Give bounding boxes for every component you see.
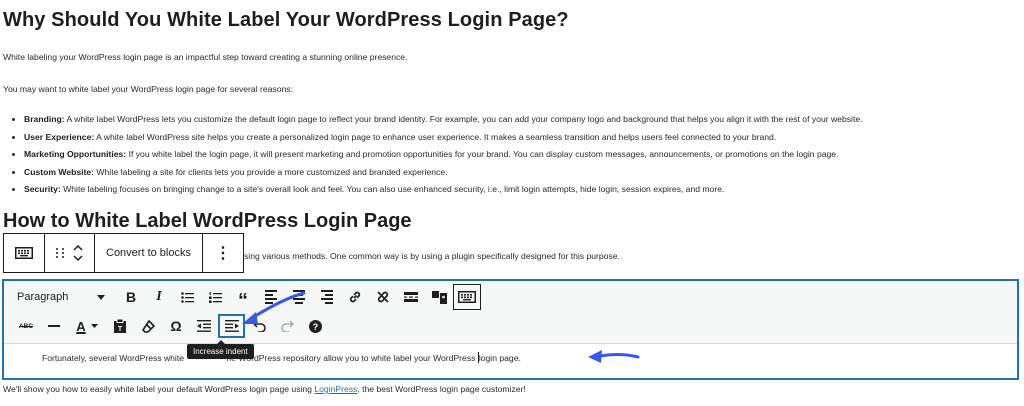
omega-icon: Ω [170,318,182,334]
classic-block-button[interactable] [4,234,44,272]
heading-why: Why Should You White Label Your WordPres… [3,9,569,31]
bold-button[interactable]: B [117,284,145,310]
list-item: Marketing Opportunities: If you white la… [24,148,863,166]
strikethrough-icon: ABC [18,322,34,330]
heading-how: How to White Label WordPress Login Page [3,210,412,232]
bullet-list-icon [180,291,194,303]
horizontal-line-icon [48,325,60,327]
media-icon [431,291,447,304]
tooltip: Increase indent [187,340,254,359]
indent-icon [224,320,239,332]
editor-toolbar: Paragraph B I “ ABC A T Ω ? [4,281,1017,344]
keyboard-icon [15,247,33,259]
chevron-down-icon [90,324,98,328]
italic-icon: I [156,289,162,304]
list-item: Branding: A white label WordPress lets y… [24,113,863,131]
help-icon: ? [308,319,322,333]
loginpress-link[interactable]: LoginPress [314,384,357,394]
unlink-icon [377,291,389,303]
annotation-arrow-icon [588,350,640,363]
clipboard-icon: T [114,319,126,333]
svg-text:T: T [118,326,123,333]
bullet-list-button[interactable] [173,284,201,310]
annotation-arrow-icon [242,291,306,324]
svg-text:?: ? [312,322,318,332]
strikethrough-button[interactable]: ABC [12,313,40,339]
numbered-list-icon [208,291,222,303]
numbered-list-button[interactable] [201,284,229,310]
eraser-icon [141,319,155,333]
special-character-button[interactable]: Ω [162,313,190,339]
list-item: User Experience: A white label WordPress… [24,131,863,149]
move-controls [44,234,94,272]
editor-content[interactable]: Fortunately, several WordPress white he … [42,352,521,363]
horizontal-line-button[interactable] [40,313,68,339]
more-options-button[interactable]: ⋮ [202,234,243,272]
align-right-button[interactable] [313,284,341,310]
after-paragraph: We'll show you how to easily white label… [3,384,526,394]
italic-button[interactable]: I [145,284,173,310]
classic-editor: Paragraph B I “ ABC A T Ω ? Fortunately,… [2,279,1019,380]
keyboard-icon [458,291,476,303]
insert-link-button[interactable] [341,284,369,310]
outdent-icon [197,320,211,332]
toggle-toolbar-button[interactable] [453,284,481,310]
move-down-icon[interactable] [73,255,83,262]
decrease-indent-button[interactable] [190,313,218,339]
link-icon [349,291,361,303]
insert-media-button[interactable] [425,284,453,310]
format-select[interactable]: Paragraph [12,286,109,308]
list-item: Custom Website: White labeling a site fo… [24,166,863,184]
intro-paragraph: White labeling your WordPress login page… [3,52,408,62]
reasons-paragraph: You may want to white label your WordPre… [3,84,293,94]
chevron-down-icon [97,294,105,300]
read-more-button[interactable] [397,284,425,310]
read-more-icon [404,292,418,302]
align-right-icon [321,290,333,304]
clear-formatting-button[interactable] [134,313,162,339]
list-item: Security: White labeling focuses on brin… [24,183,863,201]
convert-to-blocks-button[interactable]: Convert to blocks [94,234,202,272]
partial-paragraph: sing various methods. One common way is … [244,251,620,261]
text-color-icon: A [76,318,86,334]
drag-handle-icon[interactable] [56,248,65,258]
reasons-list: Branding: A white label WordPress lets y… [10,113,863,201]
paste-text-button[interactable]: T [106,313,134,339]
bold-icon: B [125,289,137,305]
block-toolbar: Convert to blocks ⋮ [3,233,244,273]
text-color-button[interactable]: A [68,313,106,339]
move-up-icon[interactable] [73,244,83,251]
remove-link-button[interactable] [369,284,397,310]
